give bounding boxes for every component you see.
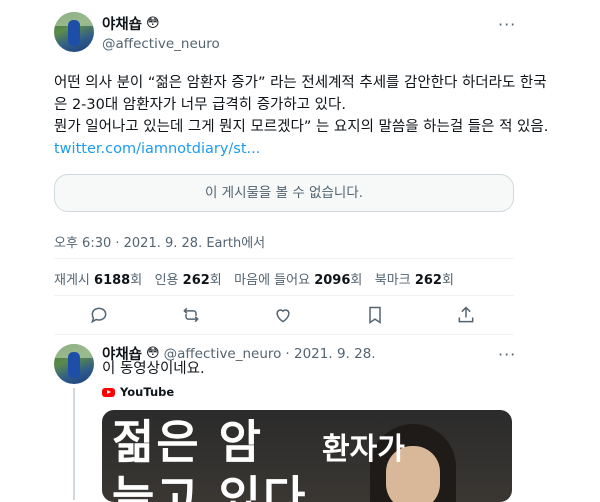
- likes-value: 2096: [314, 273, 351, 288]
- bookmarks-suffix: 회: [441, 273, 454, 288]
- quotes-stat[interactable]: 인용 262회: [155, 273, 222, 288]
- retweets-label: 재게시: [54, 273, 90, 288]
- youtube-label: YouTube: [120, 385, 175, 399]
- tweet-stats: 재게시 6188회 인용 262회 마음에 들어요 2096회 북마크 262회: [54, 269, 454, 288]
- avatar-figure: [68, 20, 80, 46]
- bookmarks-stat[interactable]: 북마크 262회: [375, 273, 454, 288]
- bookmarks-value: 262: [414, 273, 442, 288]
- reply-more-options-icon[interactable]: ···: [498, 345, 516, 364]
- retweet-icon[interactable]: [181, 305, 201, 329]
- retweets-value: 6188: [94, 273, 131, 288]
- retweets-suffix: 회: [130, 273, 143, 288]
- divider-top: [54, 258, 514, 259]
- video-thumbnail[interactable]: 젊은 암 환자가 늘고 있다: [102, 410, 512, 502]
- author-avatar[interactable]: [54, 12, 94, 52]
- thread-line: [73, 388, 75, 500]
- divider-bottom: [54, 334, 514, 335]
- youtube-icon: [102, 387, 115, 397]
- bookmarks-label: 북마크: [374, 273, 411, 288]
- quotes-suffix: 회: [209, 273, 222, 288]
- like-icon[interactable]: [273, 305, 293, 329]
- tweet-timestamp[interactable]: 오후 6:30 · 2021. 9. 28. Earth에서: [54, 232, 265, 251]
- divider-middle: [54, 295, 514, 296]
- author-name[interactable]: 야채숍: [102, 13, 142, 34]
- tweet-text-line-2: 은 2-30대 암환자가 너무 급격히 증가하고 있다.: [54, 97, 346, 113]
- reply-date[interactable]: · 2021. 9. 28.: [285, 346, 375, 362]
- author-handle[interactable]: @affective_neuro: [102, 36, 220, 52]
- thumbnail-text-line-1: 젊은 암: [112, 415, 263, 469]
- quote-unavailable-card: 이 게시물을 볼 수 없습니다.: [54, 174, 514, 212]
- more-options-icon[interactable]: ···: [498, 15, 516, 34]
- tweet-text: 어떤 의사 분이 “젊은 암환자 증가” 라는 전세계적 추세를 감안한다 하더…: [54, 72, 554, 160]
- share-icon[interactable]: [456, 305, 476, 329]
- reply-text: 이 동영상이네요.: [102, 361, 205, 377]
- thumbnail-text-line-3: 늘고 있다: [112, 471, 308, 502]
- quotes-value: 262: [182, 273, 210, 288]
- thumbnail-text-line-2: 환자가: [322, 432, 405, 467]
- author-emoji-icon: 😳: [146, 16, 160, 31]
- youtube-source[interactable]: YouTube: [102, 385, 174, 399]
- tweet-link[interactable]: twitter.com/iamnotdiary/st...: [54, 138, 554, 160]
- retweets-stat[interactable]: 재게시 6188회: [54, 273, 142, 288]
- likes-stat[interactable]: 마음에 들어요 2096회: [234, 273, 362, 288]
- reply-icon[interactable]: [89, 305, 109, 329]
- reply-avatar[interactable]: [54, 344, 94, 384]
- tweet-text-line-3: 뭔가 일어나고 있는데 그게 뭔지 모르겠다” 는 요지의 말씀을 하는걸 들은…: [54, 119, 549, 135]
- bookmark-icon[interactable]: [365, 305, 385, 329]
- quotes-label: 인용: [154, 273, 179, 288]
- tweet-text-line-1: 어떤 의사 분이 “젊은 암환자 증가” 라는 전세계적 추세를 감안한다 하더…: [54, 75, 547, 91]
- reply-avatar-figure: [68, 352, 80, 378]
- author-info[interactable]: 야채숍 😳 @affective_neuro: [102, 13, 220, 52]
- likes-suffix: 회: [350, 273, 363, 288]
- likes-label: 마음에 들어요: [234, 273, 311, 288]
